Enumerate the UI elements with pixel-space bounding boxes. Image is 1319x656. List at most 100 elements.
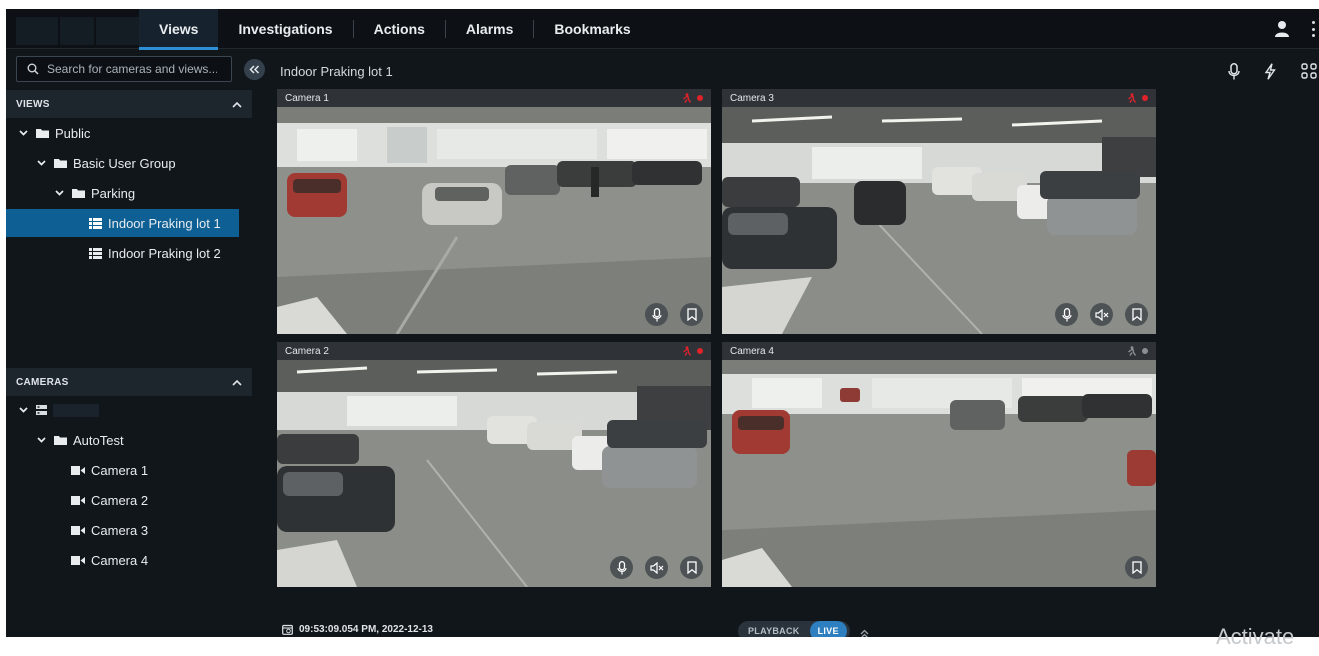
- camera-tile-2[interactable]: Camera 2: [277, 342, 711, 587]
- tree-item-label: AutoTest: [73, 432, 124, 448]
- double-chevron-up-icon[interactable]: [860, 626, 869, 637]
- tree-item-camera-2[interactable]: Camera 2: [71, 486, 148, 514]
- folder-icon: [54, 435, 67, 445]
- playback-live-toggle: PLAYBACK LIVE: [738, 621, 850, 637]
- cameras-section-header[interactable]: CAMERAS: [6, 368, 252, 396]
- tree-item-camera-4[interactable]: Camera 4: [71, 546, 148, 574]
- activation-watermark: Activate: [1216, 624, 1295, 649]
- recording-indicator: [697, 348, 703, 354]
- chevron-down-icon[interactable]: [16, 407, 30, 413]
- tile-controls: [1125, 556, 1148, 579]
- tree-item-label: Public: [55, 125, 91, 141]
- tile-label: Camera 1: [285, 92, 329, 104]
- tree-item-label: Basic User Group: [73, 155, 176, 171]
- search-icon: [27, 63, 39, 75]
- search-box: [16, 56, 232, 82]
- chevron-down-icon[interactable]: [34, 160, 48, 166]
- tile-label: Camera 3: [730, 92, 774, 104]
- folder-icon: [54, 158, 67, 168]
- tile-header: Camera 2: [277, 342, 711, 360]
- tree-item-parking[interactable]: Parking: [52, 179, 135, 207]
- microphone-icon[interactable]: [1228, 63, 1240, 85]
- camera-feed: [722, 107, 1156, 334]
- tree-item-indoor-parking-lot-1[interactable]: Indoor Praking lot 1: [6, 209, 239, 237]
- layout-grid-icon[interactable]: [1301, 63, 1317, 84]
- camera-feed: [277, 107, 711, 334]
- chevron-down-icon[interactable]: [34, 437, 48, 443]
- bookmark-icon[interactable]: [680, 556, 703, 579]
- camera-tile-1[interactable]: Camera 1: [277, 89, 711, 334]
- tile-header: Camera 3: [722, 89, 1156, 107]
- speaker-muted-icon[interactable]: [1090, 303, 1113, 326]
- camera-tile-4[interactable]: Camera 4: [722, 342, 1156, 587]
- tile-label: Camera 2: [285, 345, 329, 357]
- tree-item-label: Camera 1: [91, 462, 149, 478]
- camera-tile-3[interactable]: Camera 3: [722, 89, 1156, 334]
- tree-item-camera-3[interactable]: Camera 3: [71, 516, 148, 544]
- server-icon: [36, 405, 47, 415]
- speaker-muted-icon[interactable]: [645, 556, 668, 579]
- tree-item-label: Indoor Praking lot 1: [108, 215, 221, 231]
- views-header-label: VIEWS: [16, 98, 50, 110]
- tree-item-public[interactable]: Public: [16, 119, 90, 147]
- microphone-icon[interactable]: [610, 556, 633, 579]
- tab-bookmarks[interactable]: Bookmarks: [534, 9, 650, 49]
- tree-item-label: Indoor Praking lot 2: [108, 245, 221, 261]
- view-area: Indoor Praking lot 1 Camera 1 Camera 3 C…: [268, 50, 1319, 637]
- motion-icon: [683, 346, 691, 356]
- tree-item-basic-user-group[interactable]: Basic User Group: [34, 149, 176, 177]
- tile-controls: [645, 303, 703, 326]
- sidebar: VIEWS Public Basic User Group Parking In…: [6, 50, 268, 637]
- tree-item-server[interactable]: [16, 396, 99, 424]
- tile-status: [682, 346, 703, 356]
- redacted-server-name: [53, 403, 99, 417]
- chevron-down-icon[interactable]: [52, 190, 66, 196]
- view-title: Indoor Praking lot 1: [280, 64, 393, 79]
- timestamp-text: 09:53:09.054 PM, 2022-12-13: [299, 624, 433, 635]
- double-chevron-left-icon: [249, 65, 260, 74]
- folder-icon: [72, 188, 85, 198]
- tree-item-label: Camera 4: [91, 552, 149, 568]
- collapse-sidebar-button[interactable]: [244, 59, 265, 80]
- app-window: Views Investigations Actions Alarms Book…: [6, 9, 1319, 637]
- live-mode-button[interactable]: LIVE: [809, 621, 847, 637]
- recording-indicator: [697, 95, 703, 101]
- motion-icon: [1128, 93, 1136, 103]
- motion-icon: [683, 93, 691, 103]
- tile-label: Camera 4: [730, 345, 774, 357]
- timestamp-display[interactable]: 09:53:09.054 PM, 2022-12-13: [282, 624, 433, 635]
- tab-actions[interactable]: Actions: [354, 9, 445, 49]
- grid-view-icon: [89, 217, 102, 229]
- chevron-down-icon[interactable]: [16, 130, 30, 136]
- more-options-icon[interactable]: [1310, 21, 1316, 37]
- playback-mode-button[interactable]: PLAYBACK: [738, 621, 810, 637]
- microphone-icon[interactable]: [645, 303, 668, 326]
- tree-item-label: Parking: [91, 185, 136, 201]
- top-bar: Views Investigations Actions Alarms Book…: [6, 9, 1319, 50]
- tree-item-indoor-parking-lot-2[interactable]: Indoor Praking lot 2: [89, 239, 221, 267]
- tree-item-camera-1[interactable]: Camera 1: [71, 456, 148, 484]
- tab-investigations[interactable]: Investigations: [218, 9, 352, 49]
- motion-icon: [1128, 346, 1136, 356]
- views-section-header[interactable]: VIEWS: [6, 90, 252, 118]
- camera-feed: [277, 360, 711, 587]
- cameras-header-label: CAMERAS: [16, 376, 69, 388]
- tree-item-autotest[interactable]: AutoTest: [34, 426, 124, 454]
- bookmark-icon[interactable]: [1125, 303, 1148, 326]
- search-input[interactable]: [47, 62, 217, 76]
- lightning-icon[interactable]: [1264, 63, 1276, 85]
- recording-indicator: [1142, 95, 1148, 101]
- user-icon[interactable]: [1274, 20, 1290, 38]
- camera-icon: [71, 555, 85, 565]
- tab-alarms[interactable]: Alarms: [446, 9, 533, 49]
- tile-status: [1127, 346, 1148, 356]
- tile-status: [1127, 93, 1148, 103]
- tile-header: Camera 4: [722, 342, 1156, 360]
- microphone-icon[interactable]: [1055, 303, 1078, 326]
- tile-status: [682, 93, 703, 103]
- tab-views[interactable]: Views: [139, 9, 219, 50]
- folder-icon: [36, 128, 49, 138]
- camera-icon: [71, 465, 85, 475]
- bookmark-icon[interactable]: [680, 303, 703, 326]
- bookmark-icon[interactable]: [1125, 556, 1148, 579]
